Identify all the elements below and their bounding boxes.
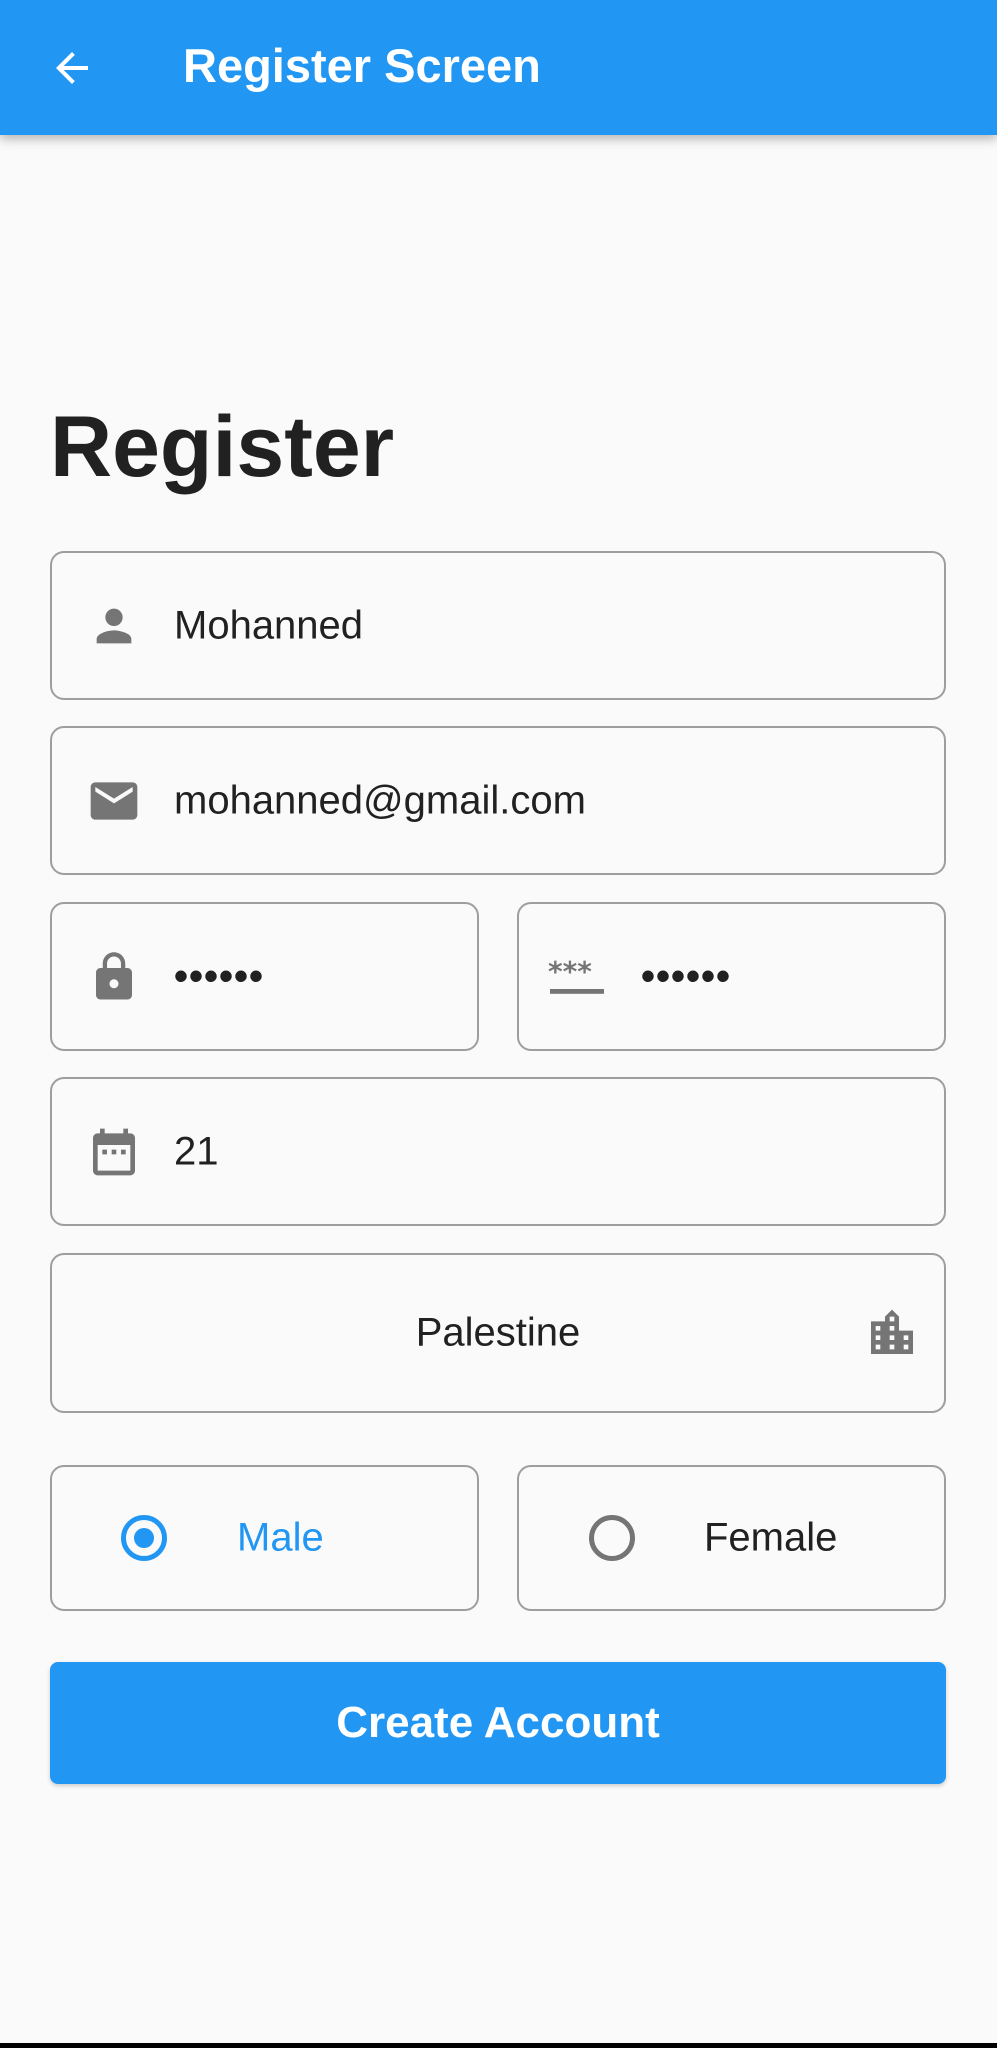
calendar-icon [84, 1122, 144, 1182]
gender-option-male[interactable]: Male [50, 1465, 479, 1611]
country-dropdown[interactable]: Palestine [50, 1253, 946, 1413]
gender-label-female: Female [704, 1515, 838, 1560]
password-field[interactable]: •••••• [50, 902, 479, 1051]
confirm-password-field[interactable]: *** •••••• [517, 902, 946, 1051]
country-value: Palestine [415, 1310, 581, 1355]
age-field[interactable]: 21 [50, 1077, 946, 1226]
name-field[interactable]: Mohanned [50, 551, 946, 700]
mail-icon [84, 771, 144, 831]
gender-label-male: Male [237, 1515, 324, 1560]
app-bar-title: Register Screen [183, 39, 541, 92]
radio-unselected-icon[interactable] [589, 1515, 635, 1561]
age-value: 21 [174, 1129, 219, 1173]
svg-text:***: *** [548, 955, 592, 988]
page-title: Register [50, 399, 395, 495]
create-account-button[interactable]: Create Account [50, 1662, 946, 1784]
lock-icon [84, 947, 144, 1007]
email-value: mohanned@gmail.com [174, 778, 586, 822]
arrow-back-icon [56, 52, 88, 84]
radio-selected-icon[interactable] [121, 1515, 167, 1561]
name-value: Mohanned [174, 603, 364, 647]
back-button[interactable] [30, 26, 114, 110]
app-bar: Register Screen [0, 0, 997, 135]
confirm-password-value: •••••• [641, 954, 732, 998]
person-icon [84, 596, 144, 656]
city-icon [862, 1303, 922, 1363]
bottom-edge [0, 2043, 997, 2048]
gender-option-female[interactable]: Female [517, 1465, 946, 1611]
email-field[interactable]: mohanned@gmail.com [50, 726, 946, 875]
password-icon: *** [547, 947, 609, 1007]
password-value: •••••• [174, 954, 265, 998]
